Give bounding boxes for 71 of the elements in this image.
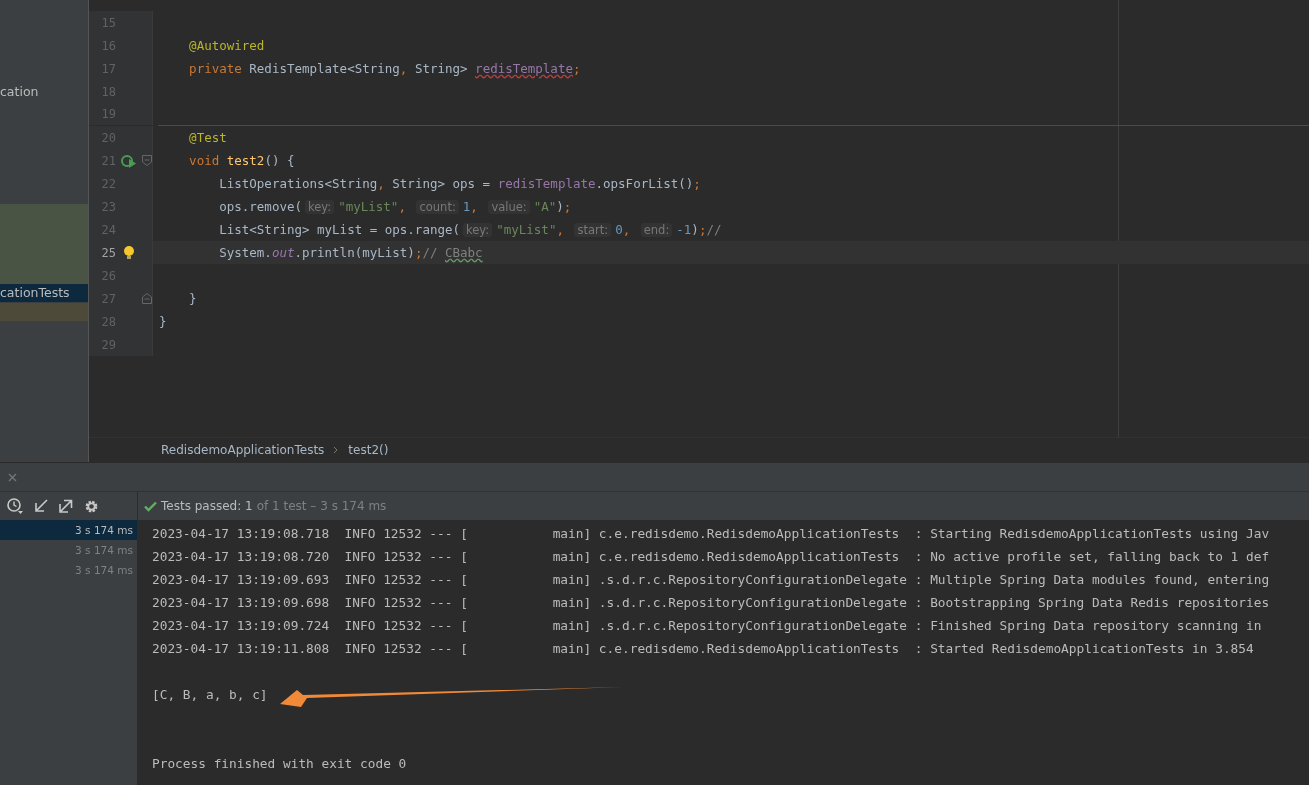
- code-token: List<String> myList = ops.range(: [218, 222, 461, 237]
- parameter-hint: key:: [463, 222, 493, 237]
- code-token: "myList": [338, 199, 399, 214]
- console-line: 2023-04-17 13:19:11.808 INFO 12532 --- [ main] c.e.redisdemo.RedisdemoApplicationTests : Started RedisdemoApplicationTests in 3.854: [152, 640, 1254, 658]
- code-token: ): [691, 222, 699, 237]
- code-token: ;: [563, 199, 572, 214]
- parameter-hint: end:: [640, 222, 673, 237]
- code-token: ,: [556, 222, 565, 237]
- code-token: @Autowired: [188, 38, 265, 53]
- code-token: ,: [470, 199, 479, 214]
- parameter-hint: start:: [574, 222, 612, 237]
- code-token: //: [422, 245, 439, 260]
- code-token: () {: [264, 153, 295, 168]
- code-token: ,: [399, 61, 409, 76]
- history-icon[interactable]: [6, 497, 24, 515]
- code-token: String> ops =: [392, 176, 492, 191]
- code-token: void: [188, 153, 221, 168]
- code-token: RedisTemplate<String: [249, 61, 400, 76]
- code-token: ,: [398, 199, 407, 214]
- breadcrumb[interactable]: test2(): [348, 443, 389, 457]
- code-token: ): [556, 199, 564, 214]
- parameter-hint: key:: [305, 199, 335, 214]
- code-token: ;: [698, 222, 707, 237]
- import-icon[interactable]: [33, 498, 49, 514]
- code-token: }: [159, 314, 167, 329]
- line-number: 25: [100, 245, 116, 260]
- code-token: "A": [533, 199, 557, 214]
- console-line: [C, B, a, b, c]: [152, 686, 268, 704]
- code-token: }: [188, 291, 197, 306]
- parameter-hint: count:: [416, 199, 459, 214]
- code-token: @Test: [188, 130, 227, 145]
- code-token: -1: [676, 222, 692, 237]
- check-icon: [144, 500, 157, 512]
- console-line: 2023-04-17 13:19:09.724 INFO 12532 --- [ main] .s.d.r.c.RepositoryConfigurationDelegate : Finished Spring Data repository scanning in: [152, 617, 1262, 635]
- code-token: private: [188, 61, 243, 76]
- code-token: test2: [226, 153, 265, 168]
- code-token: "myList": [496, 222, 557, 237]
- console-line: 2023-04-17 13:19:09.698 INFO 12532 --- [ main] .s.d.r.c.RepositoryConfigurationDelegate : Bootstrapping Spring Data Redis repositories: [152, 594, 1270, 612]
- parameter-hint: value:: [488, 199, 530, 214]
- console-line: 2023-04-17 13:19:08.718 INFO 12532 --- [ main] c.e.redisdemo.RedisdemoApplicationTests : Starting RedisdemoApplicationTests using Jav: [152, 525, 1270, 543]
- tests-passed-label: Tests passed: 1: [161, 499, 253, 513]
- code-token: String>: [414, 61, 469, 76]
- code-token: .println(myList): [294, 245, 415, 260]
- console-line: 2023-04-17 13:19:08.720 INFO 12532 --- [ main] c.e.redisdemo.RedisdemoApplicationTests : No active profile set, falling back to 1 def: [152, 548, 1270, 566]
- code-token: //: [706, 222, 722, 237]
- code-token: ;: [572, 61, 581, 76]
- chevron-icon: [333, 446, 340, 454]
- export-icon[interactable]: [58, 498, 74, 514]
- code-token: CBabc: [445, 245, 483, 260]
- code-token: redisTemplate: [475, 61, 573, 76]
- run-icon[interactable]: [121, 153, 137, 168]
- code-token: 1: [462, 199, 471, 214]
- code-token: ;: [693, 176, 701, 191]
- code-token: .opsForList(): [595, 176, 694, 191]
- console-line: Process finished with exit code 0: [152, 755, 407, 773]
- code-token: ,: [377, 176, 386, 191]
- code-token: redisTemplate: [497, 176, 596, 191]
- tree-item[interactable]: cation: [0, 83, 88, 101]
- test-summary: of 1 test – 3 s 174 ms: [256, 499, 387, 513]
- code-token: ListOperations<String: [218, 176, 378, 191]
- console-line: 2023-04-17 13:19:09.693 INFO 12532 --- [ main] .s.d.r.c.RepositoryConfigurationDelegate : Multiple Spring Data modules found, entering: [152, 571, 1270, 589]
- lightbulb-icon[interactable]: [123, 244, 135, 261]
- code-token: 0: [615, 222, 623, 237]
- tree-item[interactable]: cationTests: [0, 284, 88, 302]
- code-token: ;: [414, 245, 423, 260]
- test-duration[interactable]: 3 s 174 ms: [0, 520, 137, 540]
- code-token: ,: [622, 222, 632, 237]
- code-token: System.: [218, 245, 272, 260]
- code-token: ops.remove(: [218, 199, 302, 214]
- breadcrumb[interactable]: RedisdemoApplicationTests: [161, 443, 325, 457]
- code-token: out: [271, 245, 295, 260]
